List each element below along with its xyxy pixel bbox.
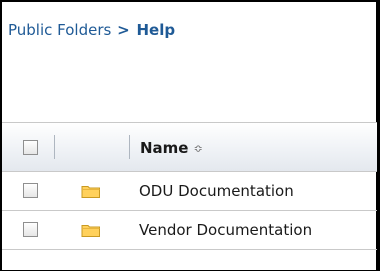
breadcrumb-separator: > — [117, 21, 130, 39]
column-divider[interactable] — [129, 135, 130, 159]
row-checkbox[interactable] — [23, 222, 38, 237]
breadcrumb: Public Folders > Help — [8, 20, 175, 40]
breadcrumb-current: Help — [136, 21, 176, 39]
column-divider[interactable] — [54, 135, 55, 159]
folder-icon — [81, 186, 100, 198]
row-checkbox[interactable] — [23, 183, 38, 198]
table-row[interactable]: ODU Documentation — [2, 172, 377, 211]
folder-name-link[interactable]: ODU Documentation — [139, 181, 294, 201]
folder-icon — [81, 225, 100, 237]
name-column-label: Name — [140, 139, 189, 157]
name-column-header[interactable]: Name ≎ — [140, 139, 203, 157]
folder-name-link[interactable]: Vendor Documentation — [139, 220, 312, 240]
sort-updown-icon[interactable]: ≎ — [193, 142, 202, 155]
table-header-row: Name ≎ — [2, 122, 377, 172]
folder-browser-panel: Public Folders > Help Name ≎ ODU Document… — [2, 2, 377, 270]
file-table: Name ≎ ODU Documentation Vendor Documenta… — [2, 122, 377, 250]
select-all-checkbox[interactable] — [23, 140, 38, 155]
table-row[interactable]: Vendor Documentation — [2, 211, 377, 250]
breadcrumb-parent-link[interactable]: Public Folders — [8, 21, 111, 39]
